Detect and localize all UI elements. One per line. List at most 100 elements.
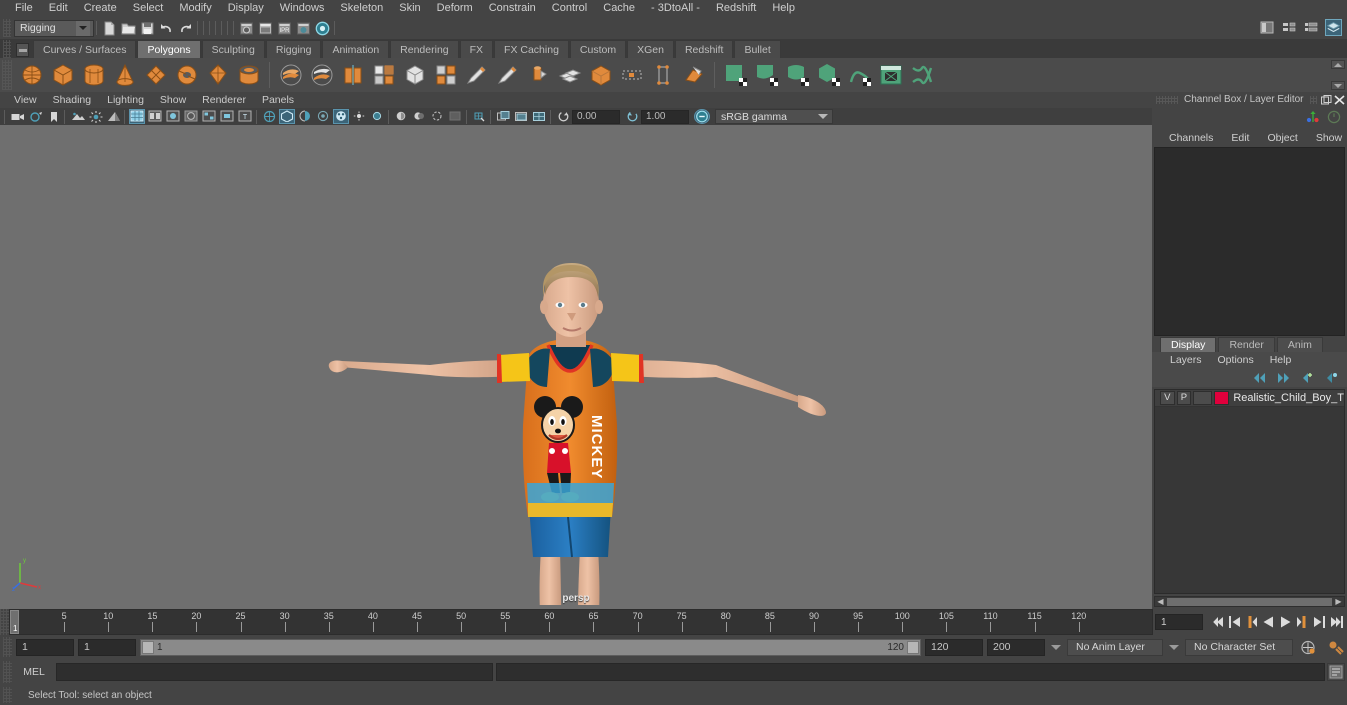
uv-editor-icon[interactable] <box>876 60 905 90</box>
xray-joints-icon[interactable] <box>279 109 295 124</box>
play-forwards-icon[interactable] <box>1278 614 1293 630</box>
gamma-field[interactable]: 1.00 <box>641 110 689 124</box>
exposure-field[interactable]: 0.00 <box>572 110 620 124</box>
play-backwards-icon[interactable] <box>1261 614 1276 630</box>
poly-cone-icon[interactable] <box>110 60 139 90</box>
channel-box-menu-object[interactable]: Object <box>1258 132 1306 144</box>
layer-menu-options[interactable]: Options <box>1210 354 1262 366</box>
poly-pipe-icon[interactable] <box>234 60 263 90</box>
shelf-menu-icon[interactable] <box>16 43 29 57</box>
layer-menu-layers[interactable]: Layers <box>1162 354 1210 366</box>
auto-keyframe-icon[interactable] <box>1299 638 1318 657</box>
animation-preferences-icon[interactable] <box>1326 638 1345 657</box>
combine-icon[interactable] <box>276 60 305 90</box>
command-line-grip[interactable] <box>3 661 12 683</box>
shelf-row-grip[interactable] <box>2 60 12 90</box>
xray-active-components-icon[interactable] <box>297 109 313 124</box>
shelf-tab-redshift[interactable]: Redshift <box>675 40 734 58</box>
single-pane-layout-icon[interactable] <box>495 109 511 124</box>
time-slider-ruler[interactable]: 1 51015202530354045505560657075808590951… <box>9 609 1153 635</box>
anti-aliasing-icon[interactable] <box>429 109 445 124</box>
new-scene-icon[interactable] <box>101 20 118 37</box>
channel-box-toggle-icon[interactable] <box>1325 19 1342 36</box>
layer-tab-anim[interactable]: Anim <box>1277 337 1323 352</box>
layer-type-cell[interactable] <box>1193 391 1212 405</box>
playback-start-field[interactable]: 1 <box>78 639 136 656</box>
text-display-icon[interactable]: T <box>237 109 253 124</box>
gpu-cache-icon[interactable] <box>315 109 331 124</box>
render-current-frame-icon[interactable] <box>238 20 255 37</box>
open-scene-icon[interactable] <box>120 20 137 37</box>
shelf-tab-sculpting[interactable]: Sculpting <box>202 40 265 58</box>
chevron-down-icon[interactable] <box>76 21 90 36</box>
poly-cylinder-icon[interactable] <box>79 60 108 90</box>
viewport-menu-lighting[interactable]: Lighting <box>99 92 152 108</box>
command-language-label[interactable]: MEL <box>12 666 56 678</box>
scroll-thumb[interactable] <box>1167 598 1332 606</box>
uv-automatic-icon[interactable] <box>814 60 843 90</box>
two-sided-lighting-icon[interactable] <box>87 109 103 124</box>
shelf-scroll-arrows[interactable] <box>1331 60 1345 90</box>
use-default-lighting-icon[interactable] <box>219 109 235 124</box>
isolate-select-icon[interactable] <box>333 109 349 124</box>
motion-blur-icon[interactable] <box>393 109 409 124</box>
outliner-toggle-icon[interactable] <box>1259 19 1276 36</box>
step-forward-frame-icon[interactable] <box>1295 614 1310 630</box>
mirror-geometry-icon[interactable] <box>338 60 367 90</box>
channel-box-menu-show[interactable]: Show <box>1307 132 1347 144</box>
render-view-icon[interactable] <box>314 20 331 37</box>
range-slider[interactable]: 1 120 <box>140 639 921 656</box>
shelf-tab-animation[interactable]: Animation <box>322 40 389 58</box>
poly-cube-icon[interactable] <box>48 60 77 90</box>
channel-box-menu-channels[interactable]: Channels <box>1160 132 1222 144</box>
range-handle-left[interactable] <box>142 641 154 654</box>
undock-icon[interactable] <box>1321 95 1332 105</box>
smooth-shade-all-icon[interactable] <box>147 109 163 124</box>
layer-move-right-icon[interactable] <box>1276 372 1291 384</box>
xray-display-icon[interactable] <box>261 109 277 124</box>
render-settings-icon[interactable]: IPR <box>276 20 293 37</box>
menu-file[interactable]: File <box>7 0 41 17</box>
extrude-icon[interactable] <box>493 60 522 90</box>
layer-name[interactable]: Realistic_Child_Boy_TFBX <box>1233 392 1344 404</box>
uv-cylindrical-icon[interactable] <box>752 60 781 90</box>
layer-color-swatch[interactable] <box>1214 391 1229 405</box>
panel-grip[interactable] <box>1156 96 1178 104</box>
animation-start-field[interactable]: 1 <box>16 639 74 656</box>
help-line-grip[interactable] <box>3 687 12 703</box>
menu-edit[interactable]: Edit <box>41 0 76 17</box>
shelf-tab-xgen[interactable]: XGen <box>627 40 674 58</box>
shelf-grip[interactable] <box>3 40 11 58</box>
panel-grip-right[interactable] <box>1310 96 1317 104</box>
channel-box-speed-icon[interactable] <box>1327 110 1341 124</box>
bridge-icon[interactable] <box>555 60 584 90</box>
smooth-icon[interactable] <box>369 60 398 90</box>
command-output-field[interactable] <box>496 663 1325 681</box>
viewport-menu-panels[interactable]: Panels <box>254 92 302 108</box>
grid-toggle-icon[interactable] <box>471 109 487 124</box>
step-back-frame-icon[interactable] <box>1244 614 1259 630</box>
shade-options-icon[interactable] <box>183 109 199 124</box>
color-management-toggle-icon[interactable] <box>694 109 710 124</box>
save-scene-icon[interactable] <box>139 20 156 37</box>
character-set-dropdown-icon[interactable] <box>1167 639 1181 656</box>
menu-set-selector[interactable]: Rigging <box>14 20 94 37</box>
exposure-reset-icon[interactable] <box>555 109 571 124</box>
channel-box-menu-edit[interactable]: Edit <box>1222 132 1258 144</box>
target-weld-icon[interactable] <box>648 60 677 90</box>
uv-layout-icon[interactable] <box>907 60 936 90</box>
two-pane-layout-icon[interactable] <box>513 109 529 124</box>
poly-prism-icon[interactable] <box>203 60 232 90</box>
layer-list[interactable]: VPRealistic_Child_Boy_TFBX <box>1154 389 1345 595</box>
character-set-selector[interactable]: No Character Set <box>1185 639 1293 656</box>
shelf-tab-rigging[interactable]: Rigging <box>266 40 322 58</box>
shelf-tab-curves-surfaces[interactable]: Curves / Surfaces <box>33 40 136 58</box>
anim-layer-dropdown-icon[interactable] <box>1049 639 1063 656</box>
layer-tab-render[interactable]: Render <box>1218 337 1274 352</box>
menu-windows[interactable]: Windows <box>272 0 333 17</box>
new-layer-icon[interactable] <box>1300 372 1315 384</box>
menu-help[interactable]: Help <box>764 0 803 17</box>
shelf-tab-custom[interactable]: Custom <box>570 40 626 58</box>
lights-toggle-icon[interactable] <box>351 109 367 124</box>
close-icon[interactable] <box>1334 95 1345 105</box>
